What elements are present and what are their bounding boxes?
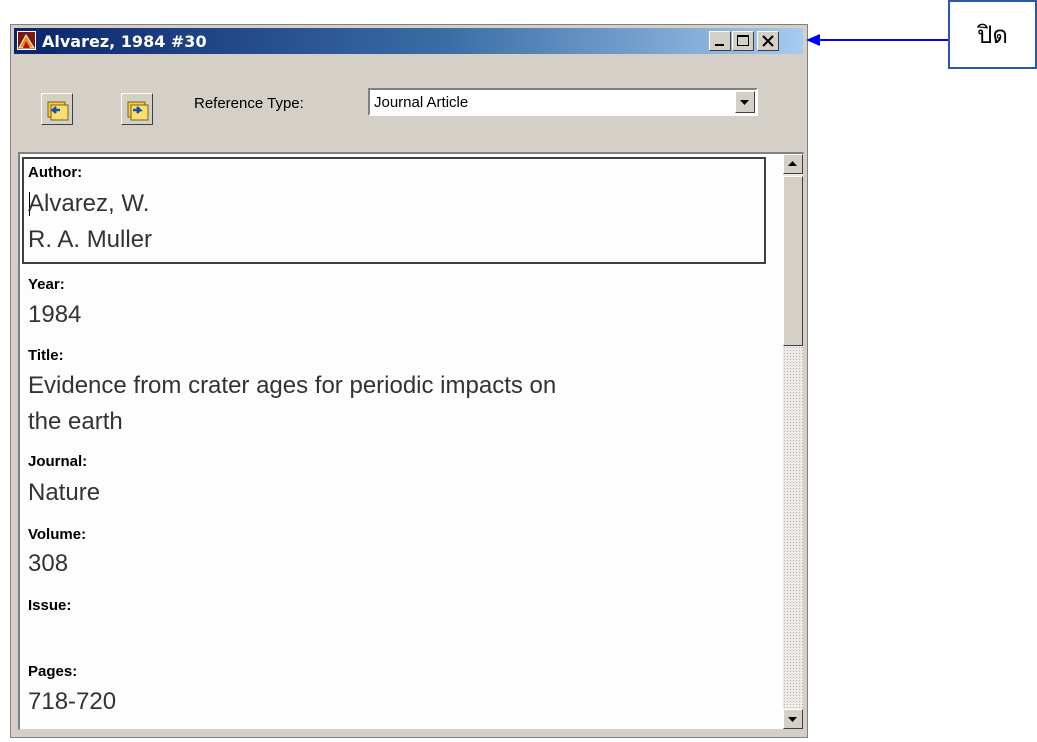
field-label-volume: Volume: [28,526,87,543]
callout-text: ปิด [977,21,1008,49]
field-label-issue: Issue: [28,597,72,614]
field-label-year: Year: [28,276,65,293]
field-value-author-1[interactable]: Alvarez, W. [28,188,149,220]
endnote-app-icon [17,31,36,50]
field-value-author-2[interactable]: R. A. Muller [28,224,152,256]
chevron-down-icon [788,717,797,722]
previous-reference-button[interactable] [41,93,73,125]
field-value-volume[interactable]: 308 [28,548,68,580]
field-value-journal[interactable]: Nature [28,477,100,509]
close-button[interactable] [757,31,779,51]
maximize-icon [737,35,749,46]
field-label-pages: Pages: [28,663,78,680]
field-label-author: Author: [28,164,83,181]
reference-fields-panel: Author: Alvarez, W. R. A. Muller Year: 1… [18,152,804,730]
close-callout-box: ปิด [948,0,1037,69]
chevron-up-icon [788,161,797,166]
field-value-year[interactable]: 1984 [28,299,81,331]
previous-reference-icon [47,101,69,121]
field-value-pages[interactable]: 718-720 [28,686,116,718]
field-label-journal: Journal: [28,453,88,470]
title-bar[interactable]: Alvarez, 1984 #30 [14,28,803,54]
reference-type-label: Reference Type: [194,95,304,112]
field-value-title-1[interactable]: Evidence from crater ages for periodic i… [28,370,556,402]
vertical-scrollbar[interactable] [783,154,803,729]
next-reference-icon [127,101,149,121]
field-value-title-2[interactable]: the earth [28,406,123,438]
scrollbar-thumb[interactable] [783,176,803,346]
close-icon [762,35,774,47]
maximize-button[interactable] [732,31,754,51]
arrow-head-icon [806,34,820,46]
minimize-icon [715,44,724,46]
minimize-button[interactable] [709,31,731,51]
scroll-up-button[interactable] [783,154,803,174]
reference-type-select[interactable]: Journal Article [368,88,758,116]
dropdown-button[interactable] [735,91,755,113]
scroll-down-button[interactable] [783,709,803,729]
reference-type-value: Journal Article [374,94,469,111]
next-reference-button[interactable] [121,93,153,125]
field-label-title: Title: [28,347,64,364]
window-title: Alvarez, 1984 #30 [42,32,207,51]
chevron-down-icon [740,100,749,105]
